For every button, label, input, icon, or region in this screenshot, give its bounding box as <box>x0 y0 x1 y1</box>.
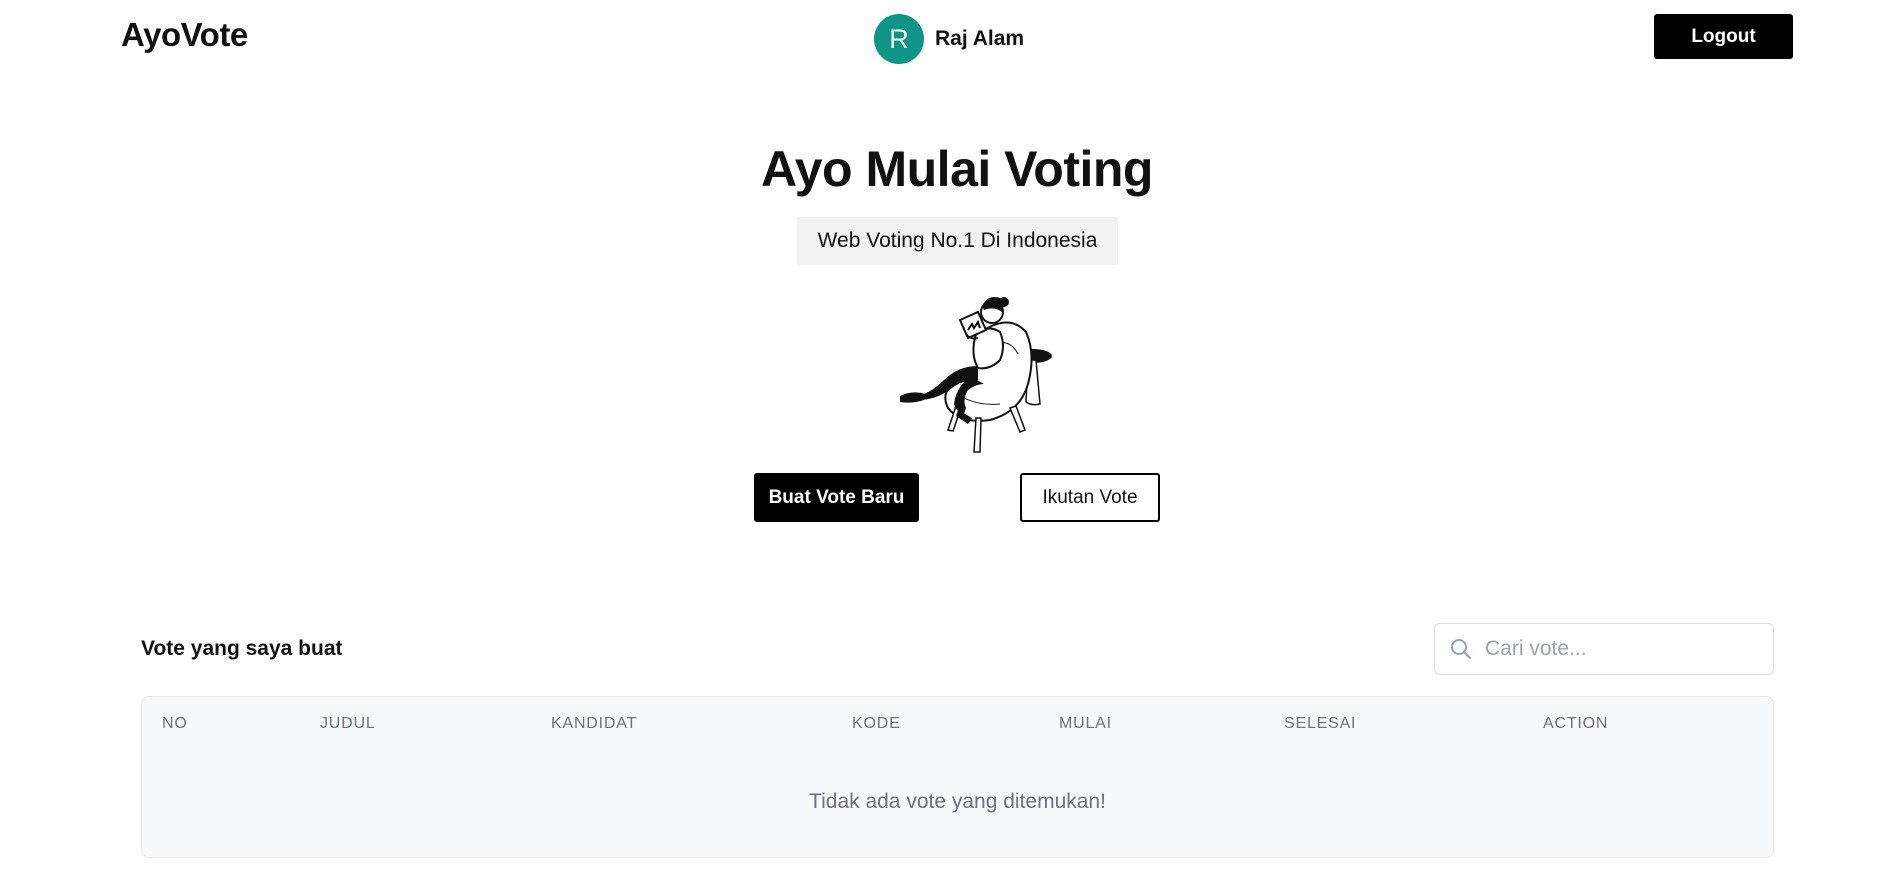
join-vote-button[interactable]: Ikutan Vote <box>1020 473 1160 522</box>
user-profile: R Raj Alam <box>874 14 1024 64</box>
empty-state-message: Tidak ada vote yang ditemukan! <box>809 790 1106 813</box>
search-icon <box>1451 639 1471 659</box>
logout-button[interactable]: Logout <box>1654 14 1793 59</box>
column-header-no: NO <box>162 715 188 732</box>
avatar: R <box>874 14 924 64</box>
hero-tagline: Web Voting No.1 Di Indonesia <box>797 217 1118 265</box>
section-title: Vote yang saya buat <box>141 637 343 660</box>
create-vote-button[interactable]: Buat Vote Baru <box>754 473 919 522</box>
column-header-action: ACTION <box>1543 715 1609 732</box>
column-header-kandidat: KANDIDAT <box>551 715 638 732</box>
column-header-judul: JUDUL <box>320 715 376 732</box>
search-input[interactable] <box>1485 637 1755 661</box>
woman-reading-illustration <box>900 297 1052 453</box>
hero-title: Ayo Mulai Voting <box>761 141 1153 197</box>
column-header-mulai: MULAI <box>1059 715 1112 732</box>
votes-table: NO JUDUL KANDIDAT KODE MULAI SELESAI ACT… <box>141 696 1774 858</box>
user-name: Raj Alam <box>935 27 1025 50</box>
search-box[interactable] <box>1434 623 1774 675</box>
column-header-selesai: SELESAI <box>1284 715 1357 732</box>
column-header-kode: KODE <box>852 715 901 732</box>
brand-logo[interactable]: AyoVote <box>121 16 248 54</box>
